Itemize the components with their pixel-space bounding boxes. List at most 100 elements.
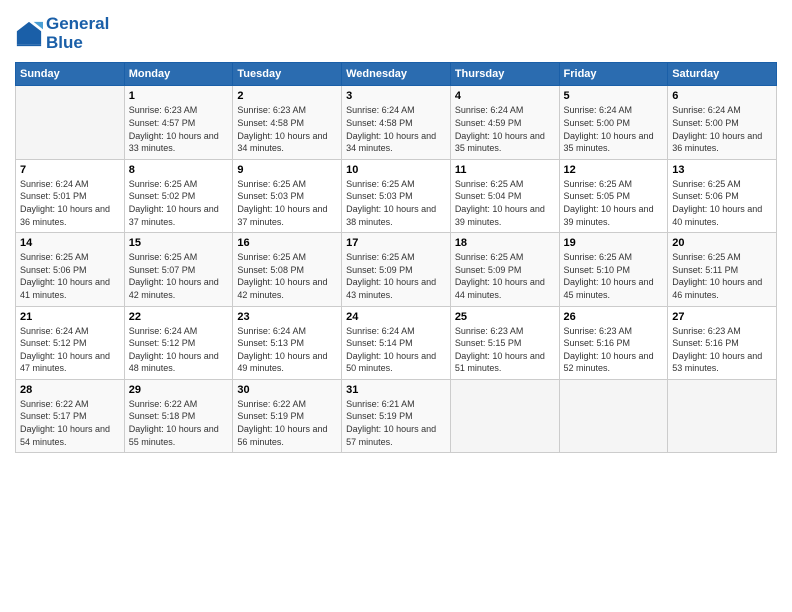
calendar-cell: 24 Sunrise: 6:24 AM Sunset: 5:14 PM Dayl… bbox=[342, 306, 451, 379]
sunrise-text: Sunrise: 6:25 AM bbox=[346, 251, 446, 264]
sunrise-text: Sunrise: 6:24 AM bbox=[346, 325, 446, 338]
daylight-text: Daylight: 10 hours and 37 minutes. bbox=[129, 203, 229, 228]
daylight-text: Daylight: 10 hours and 42 minutes. bbox=[129, 276, 229, 301]
daylight-text: Daylight: 10 hours and 38 minutes. bbox=[346, 203, 446, 228]
sunrise-text: Sunrise: 6:24 AM bbox=[20, 325, 120, 338]
day-number: 29 bbox=[129, 384, 229, 396]
sunset-text: Sunset: 5:06 PM bbox=[672, 190, 772, 203]
day-info: Sunrise: 6:24 AM Sunset: 5:00 PM Dayligh… bbox=[672, 104, 772, 154]
daylight-text: Daylight: 10 hours and 34 minutes. bbox=[346, 130, 446, 155]
sunrise-text: Sunrise: 6:24 AM bbox=[455, 104, 555, 117]
sunset-text: Sunset: 5:09 PM bbox=[455, 264, 555, 277]
weekday-header: Wednesday bbox=[342, 63, 451, 86]
sunrise-text: Sunrise: 6:25 AM bbox=[672, 178, 772, 191]
sunset-text: Sunset: 5:19 PM bbox=[237, 410, 337, 423]
day-number: 19 bbox=[564, 237, 664, 249]
calendar-cell: 16 Sunrise: 6:25 AM Sunset: 5:08 PM Dayl… bbox=[233, 233, 342, 306]
day-info: Sunrise: 6:24 AM Sunset: 5:14 PM Dayligh… bbox=[346, 325, 446, 375]
sunset-text: Sunset: 5:04 PM bbox=[455, 190, 555, 203]
day-number: 24 bbox=[346, 311, 446, 323]
sunrise-text: Sunrise: 6:24 AM bbox=[346, 104, 446, 117]
calendar-cell: 19 Sunrise: 6:25 AM Sunset: 5:10 PM Dayl… bbox=[559, 233, 668, 306]
sunrise-text: Sunrise: 6:25 AM bbox=[346, 178, 446, 191]
weekday-header: Thursday bbox=[450, 63, 559, 86]
sunset-text: Sunset: 5:14 PM bbox=[346, 337, 446, 350]
sunrise-text: Sunrise: 6:23 AM bbox=[237, 104, 337, 117]
daylight-text: Daylight: 10 hours and 36 minutes. bbox=[20, 203, 120, 228]
calendar-table: SundayMondayTuesdayWednesdayThursdayFrid… bbox=[15, 62, 777, 453]
daylight-text: Daylight: 10 hours and 39 minutes. bbox=[455, 203, 555, 228]
daylight-text: Daylight: 10 hours and 35 minutes. bbox=[564, 130, 664, 155]
day-number: 22 bbox=[129, 311, 229, 323]
sunset-text: Sunset: 5:07 PM bbox=[129, 264, 229, 277]
sunrise-text: Sunrise: 6:23 AM bbox=[672, 325, 772, 338]
daylight-text: Daylight: 10 hours and 57 minutes. bbox=[346, 423, 446, 448]
day-info: Sunrise: 6:25 AM Sunset: 5:11 PM Dayligh… bbox=[672, 251, 772, 301]
calendar-cell: 14 Sunrise: 6:25 AM Sunset: 5:06 PM Dayl… bbox=[16, 233, 125, 306]
calendar-cell: 11 Sunrise: 6:25 AM Sunset: 5:04 PM Dayl… bbox=[450, 159, 559, 232]
day-number: 18 bbox=[455, 237, 555, 249]
daylight-text: Daylight: 10 hours and 34 minutes. bbox=[237, 130, 337, 155]
daylight-text: Daylight: 10 hours and 53 minutes. bbox=[672, 350, 772, 375]
sunrise-text: Sunrise: 6:24 AM bbox=[20, 178, 120, 191]
sunrise-text: Sunrise: 6:24 AM bbox=[564, 104, 664, 117]
calendar-cell bbox=[16, 86, 125, 159]
calendar-week-row: 14 Sunrise: 6:25 AM Sunset: 5:06 PM Dayl… bbox=[16, 233, 777, 306]
sunset-text: Sunset: 5:02 PM bbox=[129, 190, 229, 203]
day-number: 10 bbox=[346, 164, 446, 176]
day-info: Sunrise: 6:24 AM Sunset: 4:59 PM Dayligh… bbox=[455, 104, 555, 154]
daylight-text: Daylight: 10 hours and 46 minutes. bbox=[672, 276, 772, 301]
day-info: Sunrise: 6:25 AM Sunset: 5:06 PM Dayligh… bbox=[20, 251, 120, 301]
daylight-text: Daylight: 10 hours and 36 minutes. bbox=[672, 130, 772, 155]
weekday-header: Tuesday bbox=[233, 63, 342, 86]
sunset-text: Sunset: 4:59 PM bbox=[455, 117, 555, 130]
calendar-week-row: 1 Sunrise: 6:23 AM Sunset: 4:57 PM Dayli… bbox=[16, 86, 777, 159]
day-number: 6 bbox=[672, 90, 772, 102]
sunrise-text: Sunrise: 6:25 AM bbox=[20, 251, 120, 264]
sunset-text: Sunset: 5:11 PM bbox=[672, 264, 772, 277]
calendar-cell: 10 Sunrise: 6:25 AM Sunset: 5:03 PM Dayl… bbox=[342, 159, 451, 232]
weekday-header: Friday bbox=[559, 63, 668, 86]
day-info: Sunrise: 6:23 AM Sunset: 5:16 PM Dayligh… bbox=[564, 325, 664, 375]
day-number: 3 bbox=[346, 90, 446, 102]
day-info: Sunrise: 6:24 AM Sunset: 5:00 PM Dayligh… bbox=[564, 104, 664, 154]
daylight-text: Daylight: 10 hours and 55 minutes. bbox=[129, 423, 229, 448]
day-info: Sunrise: 6:22 AM Sunset: 5:18 PM Dayligh… bbox=[129, 398, 229, 448]
day-info: Sunrise: 6:23 AM Sunset: 5:15 PM Dayligh… bbox=[455, 325, 555, 375]
sunrise-text: Sunrise: 6:22 AM bbox=[129, 398, 229, 411]
daylight-text: Daylight: 10 hours and 35 minutes. bbox=[455, 130, 555, 155]
day-number: 4 bbox=[455, 90, 555, 102]
day-info: Sunrise: 6:25 AM Sunset: 5:05 PM Dayligh… bbox=[564, 178, 664, 228]
sunrise-text: Sunrise: 6:25 AM bbox=[129, 178, 229, 191]
sunset-text: Sunset: 5:00 PM bbox=[564, 117, 664, 130]
calendar-cell: 21 Sunrise: 6:24 AM Sunset: 5:12 PM Dayl… bbox=[16, 306, 125, 379]
calendar-cell bbox=[668, 379, 777, 452]
day-info: Sunrise: 6:25 AM Sunset: 5:03 PM Dayligh… bbox=[346, 178, 446, 228]
calendar-cell bbox=[450, 379, 559, 452]
calendar-cell: 23 Sunrise: 6:24 AM Sunset: 5:13 PM Dayl… bbox=[233, 306, 342, 379]
sunrise-text: Sunrise: 6:23 AM bbox=[455, 325, 555, 338]
daylight-text: Daylight: 10 hours and 43 minutes. bbox=[346, 276, 446, 301]
calendar-cell: 31 Sunrise: 6:21 AM Sunset: 5:19 PM Dayl… bbox=[342, 379, 451, 452]
sunset-text: Sunset: 5:16 PM bbox=[564, 337, 664, 350]
sunset-text: Sunset: 5:12 PM bbox=[129, 337, 229, 350]
calendar-cell: 25 Sunrise: 6:23 AM Sunset: 5:15 PM Dayl… bbox=[450, 306, 559, 379]
day-info: Sunrise: 6:22 AM Sunset: 5:19 PM Dayligh… bbox=[237, 398, 337, 448]
sunset-text: Sunset: 5:03 PM bbox=[237, 190, 337, 203]
daylight-text: Daylight: 10 hours and 44 minutes. bbox=[455, 276, 555, 301]
day-number: 17 bbox=[346, 237, 446, 249]
calendar-week-row: 7 Sunrise: 6:24 AM Sunset: 5:01 PM Dayli… bbox=[16, 159, 777, 232]
calendar-cell: 18 Sunrise: 6:25 AM Sunset: 5:09 PM Dayl… bbox=[450, 233, 559, 306]
day-info: Sunrise: 6:25 AM Sunset: 5:02 PM Dayligh… bbox=[129, 178, 229, 228]
logo-text: General Blue bbox=[46, 15, 109, 52]
day-number: 31 bbox=[346, 384, 446, 396]
day-info: Sunrise: 6:22 AM Sunset: 5:17 PM Dayligh… bbox=[20, 398, 120, 448]
daylight-text: Daylight: 10 hours and 48 minutes. bbox=[129, 350, 229, 375]
calendar-cell: 5 Sunrise: 6:24 AM Sunset: 5:00 PM Dayli… bbox=[559, 86, 668, 159]
calendar-cell: 28 Sunrise: 6:22 AM Sunset: 5:17 PM Dayl… bbox=[16, 379, 125, 452]
sunset-text: Sunset: 4:57 PM bbox=[129, 117, 229, 130]
day-info: Sunrise: 6:25 AM Sunset: 5:07 PM Dayligh… bbox=[129, 251, 229, 301]
daylight-text: Daylight: 10 hours and 37 minutes. bbox=[237, 203, 337, 228]
calendar-cell: 27 Sunrise: 6:23 AM Sunset: 5:16 PM Dayl… bbox=[668, 306, 777, 379]
day-info: Sunrise: 6:25 AM Sunset: 5:09 PM Dayligh… bbox=[455, 251, 555, 301]
